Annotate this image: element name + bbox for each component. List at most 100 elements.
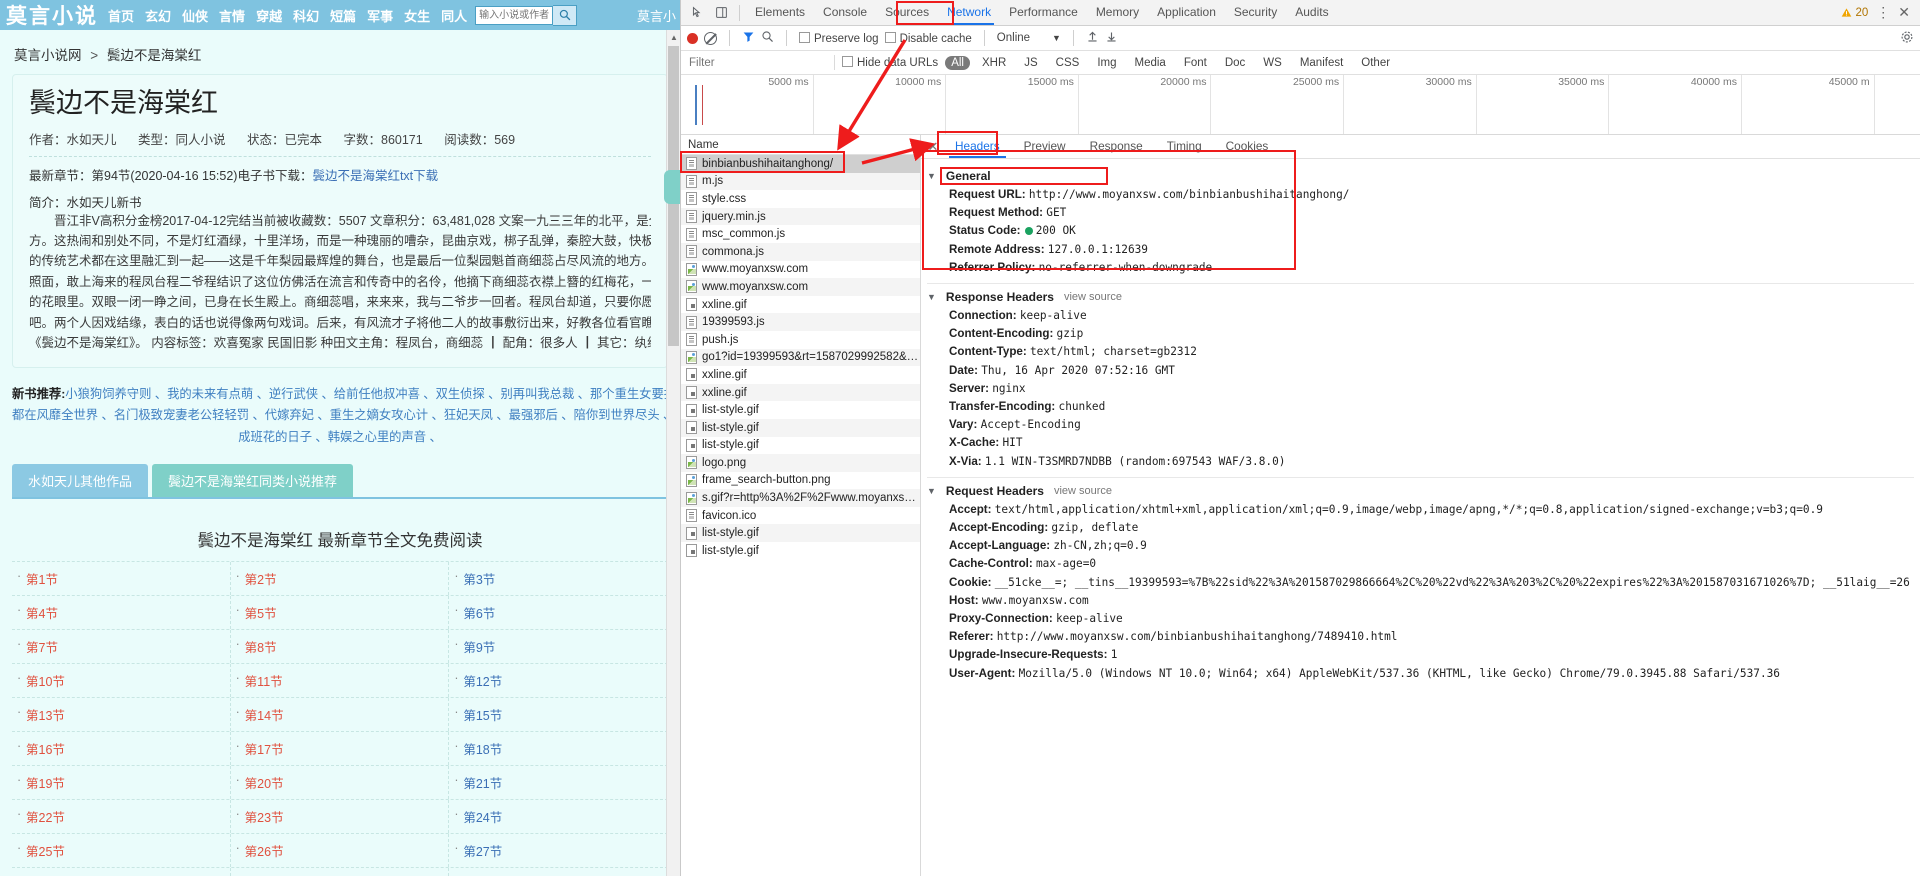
filter-chip-ws[interactable]: WS	[1257, 56, 1288, 70]
nav-item-0[interactable]: 首页	[108, 6, 134, 25]
filter-funnel-icon[interactable]	[742, 30, 755, 46]
gear-icon[interactable]	[1900, 30, 1914, 47]
network-overview-timeline[interactable]: 5000 ms 10000 ms 15000 ms 20000 ms 25000 ms 3…	[681, 75, 1920, 135]
chapter-link[interactable]: 第26节	[245, 845, 284, 859]
nav-item-2[interactable]: 仙侠	[182, 6, 208, 25]
search-input[interactable]	[475, 5, 554, 25]
request-headers-section-header[interactable]: ▼ Request Headers view source	[927, 484, 1920, 498]
inspect-cursor-icon[interactable]	[685, 2, 709, 24]
chapter-link[interactable]: 第4节	[26, 607, 58, 621]
filter-chip-font[interactable]: Font	[1178, 56, 1213, 70]
chapter-link[interactable]: 第8节	[245, 641, 277, 655]
request-row[interactable]: list-style.gif	[681, 418, 920, 437]
search-icon[interactable]	[761, 30, 774, 46]
chapter-link[interactable]: 第13节	[26, 709, 65, 723]
chapter-link[interactable]: 第25节	[26, 845, 65, 859]
more-options-icon[interactable]: ⋮	[1876, 4, 1890, 21]
nav-item-3[interactable]: 言情	[219, 6, 245, 25]
chapter-link[interactable]: 第23节	[245, 811, 284, 825]
filter-input[interactable]	[687, 55, 827, 70]
chapter-link[interactable]: 第20节	[245, 777, 284, 791]
chapter-link[interactable]: 第22节	[26, 811, 65, 825]
filter-chip-css[interactable]: CSS	[1050, 56, 1086, 70]
request-list-header[interactable]: Name	[681, 135, 920, 155]
nav-item-1[interactable]: 玄幻	[145, 6, 171, 25]
tab-security[interactable]: Security	[1225, 0, 1286, 25]
filter-chip-media[interactable]: Media	[1129, 56, 1172, 70]
request-row[interactable]: commona.js	[681, 242, 920, 261]
chapter-link[interactable]: 第1节	[26, 573, 58, 587]
request-row[interactable]: www.moyanxsw.com	[681, 261, 920, 279]
request-row[interactable]: binbianbushihaitanghong/	[681, 155, 920, 173]
response-view-source-link[interactable]: view source	[1064, 291, 1122, 303]
nav-item-9[interactable]: 同人	[441, 6, 467, 25]
warning-indicator[interactable]: 20	[1841, 7, 1868, 19]
request-row[interactable]: xxline.gif	[681, 296, 920, 314]
tab-similar-novels[interactable]: 鬓边不是海棠红同类小说推荐	[152, 463, 354, 497]
filter-chip-xhr[interactable]: XHR	[976, 56, 1012, 70]
filter-chip-js[interactable]: JS	[1018, 56, 1043, 70]
tab-audits[interactable]: Audits	[1286, 0, 1337, 25]
request-row[interactable]: list-style.gif	[681, 437, 920, 455]
export-har-icon[interactable]	[1105, 30, 1118, 46]
tab-memory[interactable]: Memory	[1087, 0, 1148, 25]
general-section-header[interactable]: ▼ General	[927, 169, 1920, 183]
txt-download-link[interactable]: 鬓边不是海棠红txt下载	[312, 169, 438, 183]
chapter-link[interactable]: 第17节	[245, 743, 284, 757]
request-view-source-link[interactable]: view source	[1054, 485, 1112, 497]
request-row[interactable]: xxline.gif	[681, 366, 920, 384]
chapter-link[interactable]: 第10节	[26, 675, 65, 689]
floating-side-badge[interactable]	[664, 170, 680, 204]
request-row[interactable]: go1?id=19399593&rt=1587029992582&rl=1920…	[681, 348, 920, 367]
close-devtools-icon[interactable]: ✕	[1898, 4, 1910, 21]
hide-data-urls-checkbox[interactable]: Hide data URLs	[842, 56, 938, 69]
request-row[interactable]: s.gif?r=http%3A%2F%2Fwww.moyanxsw.com%2F…	[681, 489, 920, 507]
recommend-links-2[interactable]: 都在风靡全世界 、名门极致宠妻老公轻轻罚 、代嫁弃妃 、重生之嫡女攻心计 、狂妃…	[12, 408, 668, 422]
request-row[interactable]: jquery.min.js	[681, 207, 920, 226]
request-row[interactable]: list-style.gif	[681, 542, 920, 560]
tab-elements[interactable]: Elements	[746, 0, 814, 25]
nav-item-8[interactable]: 女生	[404, 6, 430, 25]
tab-performance[interactable]: Performance	[1000, 0, 1087, 25]
request-row[interactable]: list-style.gif	[681, 401, 920, 419]
nav-item-7[interactable]: 军事	[367, 6, 393, 25]
chapter-link[interactable]: 第16节	[26, 743, 65, 757]
recommend-links-3[interactable]: 成班花的日子 、韩娱之心里的声音 、	[238, 430, 442, 444]
request-row[interactable]: xxline.gif	[681, 383, 920, 402]
detail-tab-response[interactable]: Response	[1078, 135, 1155, 158]
record-dot-icon[interactable]	[687, 32, 698, 44]
chapter-link[interactable]: 第7节	[26, 641, 58, 655]
detail-tab-headers[interactable]: Headers	[943, 135, 1012, 158]
request-row[interactable]: www.moyanxsw.com	[681, 278, 920, 296]
filter-chip-other[interactable]: Other	[1355, 56, 1396, 70]
tab-application[interactable]: Application	[1148, 0, 1225, 25]
response-headers-section-header[interactable]: ▼ Response Headers view source	[927, 290, 1920, 304]
chapter-link[interactable]: 第9节	[463, 641, 495, 655]
request-row[interactable]: msc_common.js	[681, 225, 920, 243]
chapter-link[interactable]: 第15节	[463, 709, 502, 723]
chapter-link[interactable]: 第2节	[245, 573, 277, 587]
chapter-link[interactable]: 第27节	[463, 845, 502, 859]
nav-item-5[interactable]: 科幻	[293, 6, 319, 25]
detail-tab-preview[interactable]: Preview	[1012, 135, 1078, 158]
detail-tab-timing[interactable]: Timing	[1155, 135, 1214, 158]
recommend-links-1[interactable]: 小狼狗饲养守则 、我的未来有点萌 、逆行武侠 、给前任他叔冲喜 、双生侦探 、别…	[65, 387, 668, 401]
filter-chip-manifest[interactable]: Manifest	[1294, 56, 1349, 70]
device-toolbar-icon[interactable]	[709, 2, 733, 24]
search-icon[interactable]	[553, 4, 578, 26]
site-logo[interactable]: 莫言小说	[6, 0, 98, 30]
filter-chip-doc[interactable]: Doc	[1219, 56, 1251, 70]
request-row[interactable]: frame_search-button.png	[681, 472, 920, 490]
preserve-log-checkbox[interactable]: Preserve log	[799, 31, 879, 45]
tab-sources[interactable]: Sources	[876, 0, 938, 25]
throttling-select[interactable]: Online ▼	[997, 32, 1061, 44]
chapter-link[interactable]: 第24节	[463, 811, 502, 825]
detail-tab-cookies[interactable]: Cookies	[1214, 135, 1281, 158]
chapter-link[interactable]: 第18节	[463, 743, 502, 757]
nav-item-6[interactable]: 短篇	[330, 6, 356, 25]
tab-console[interactable]: Console	[814, 0, 876, 25]
request-row[interactable]: favicon.ico	[681, 507, 920, 525]
tab-network[interactable]: Network	[938, 0, 1000, 25]
clear-icon[interactable]	[704, 31, 717, 45]
tab-author-other-works[interactable]: 水如天儿其他作品	[12, 463, 149, 497]
